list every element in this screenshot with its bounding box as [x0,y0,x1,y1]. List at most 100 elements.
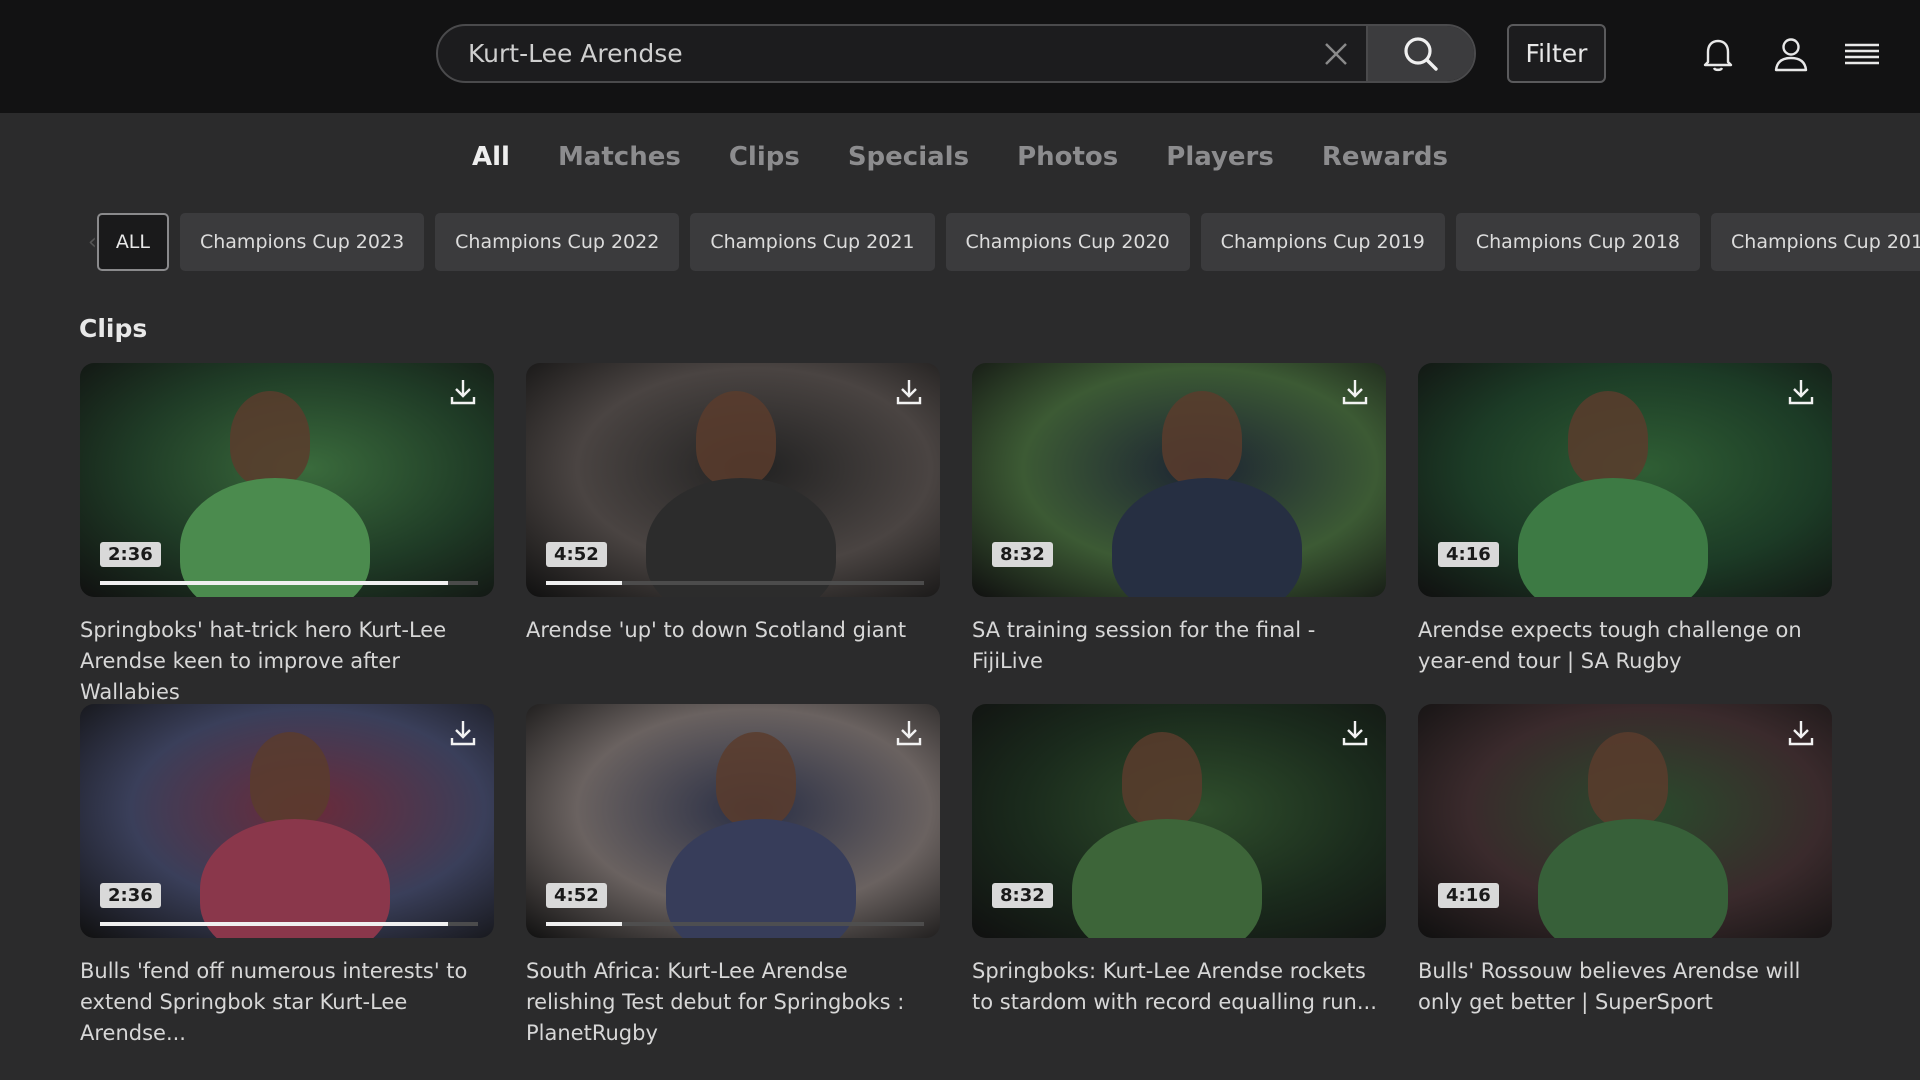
search-icon [1404,36,1438,71]
hamburger-menu-icon [1845,43,1879,65]
tab-matches[interactable]: Matches [534,132,705,182]
chip-list: ALL Champions Cup 2023 Champions Cup 2022 C… [96,213,1920,271]
clip-thumbnail[interactable]: 2:36 [80,704,494,938]
clip-card[interactable]: 4:16 Arendse expects tough challenge on y… [1418,363,1832,704]
duration-badge: 4:52 [546,883,607,908]
player-image [1162,391,1242,486]
clip-thumbnail[interactable]: 4:52 [526,704,940,938]
clip-card[interactable]: 8:32 Springboks: Kurt-Lee Arendse rockets… [972,704,1386,1045]
download-button[interactable] [892,375,926,409]
clip-thumbnail[interactable]: 4:16 [1418,704,1832,938]
watch-progress-bar [546,922,924,926]
clip-card[interactable]: 4:52 South Africa: Kurt-Lee Arendse relis… [526,704,940,1045]
duration-badge: 2:36 [100,883,161,908]
filter-button[interactable]: Filter [1507,24,1606,83]
notifications-button[interactable] [1698,34,1738,74]
player-image [1568,391,1648,486]
tab-photos[interactable]: Photos [993,132,1142,182]
download-button[interactable] [446,716,480,750]
player-jersey [666,819,856,938]
filter-chip[interactable]: Champions Cup 2022 [435,213,680,271]
download-icon [450,721,476,746]
clip-thumbnail[interactable]: 8:32 [972,363,1386,597]
download-button[interactable] [1784,375,1818,409]
player-image [1588,732,1668,827]
clip-card[interactable]: 8:32 SA training session for the final - … [972,363,1386,704]
duration-badge: 8:32 [992,883,1053,908]
clip-title[interactable]: SA training session for the final - Fiji… [972,615,1386,677]
search-bar [436,24,1476,83]
download-icon [1342,721,1368,746]
download-icon [1788,721,1814,746]
profile-button[interactable] [1771,34,1811,74]
download-button[interactable] [1338,375,1372,409]
duration-badge: 4:16 [1438,542,1499,567]
clip-thumbnail[interactable]: 4:52 [526,363,940,597]
player-image [716,732,796,827]
clip-card[interactable]: 4:16 Bulls' Rossouw believes Arendse will… [1418,704,1832,1045]
close-icon [1325,42,1347,65]
clip-title[interactable]: Springboks: Kurt-Lee Arendse rockets to … [972,956,1386,1018]
watch-progress-fill [100,922,448,926]
duration-badge: 4:16 [1438,883,1499,908]
download-icon [1342,380,1368,405]
download-button[interactable] [1338,716,1372,750]
download-icon [896,721,922,746]
watch-progress-bar [546,581,924,585]
clip-card[interactable]: 4:52 Arendse 'up' to down Scotland giant [526,363,940,704]
duration-badge: 2:36 [100,542,161,567]
tab-all[interactable]: All [448,132,534,182]
player-image [250,732,330,827]
search-input[interactable] [438,26,1306,81]
tab-specials[interactable]: Specials [824,132,993,182]
watch-progress-fill [100,581,448,585]
clip-card[interactable]: 2:36 Bulls 'fend off numerous interests' … [80,704,494,1045]
player-jersey [1538,819,1728,938]
filter-chip[interactable]: Champions Cup 2021 [690,213,935,271]
download-icon [896,380,922,405]
filter-chip[interactable]: ALL [96,213,169,271]
watch-progress-fill [546,581,622,585]
watch-progress-bar [100,581,478,585]
player-jersey [180,478,370,597]
download-button[interactable] [892,716,926,750]
user-icon [1774,38,1808,72]
filter-chip[interactable]: Champions Cup 2017 [1711,213,1920,271]
player-jersey [646,478,836,597]
clip-card[interactable]: 2:36 Springboks' hat-trick hero Kurt-Lee … [80,363,494,704]
download-button[interactable] [446,375,480,409]
player-image [696,391,776,486]
clips-grid: 2:36 Springboks' hat-trick hero Kurt-Lee … [80,363,1834,1045]
clip-thumbnail[interactable]: 8:32 [972,704,1386,938]
bell-icon [1703,39,1733,72]
clip-title[interactable]: Springboks' hat-trick hero Kurt-Lee Aren… [80,615,494,708]
player-image [230,391,310,486]
clip-title[interactable]: South Africa: Kurt-Lee Arendse relishing… [526,956,940,1049]
season-filter-chips: ‹ ALL Champions Cup 2023 Champions Cup 202… [88,213,1920,271]
filter-chip[interactable]: Champions Cup 2019 [1200,213,1445,271]
clip-thumbnail[interactable]: 4:16 [1418,363,1832,597]
clip-title[interactable]: Bulls' Rossouw believes Arendse will onl… [1418,956,1832,1018]
clear-search-button[interactable] [1306,26,1366,81]
clip-title[interactable]: Bulls 'fend off numerous interests' to e… [80,956,494,1049]
download-icon [450,380,476,405]
duration-badge: 8:32 [992,542,1053,567]
download-icon [1788,380,1814,405]
clip-title[interactable]: Arendse expects tough challenge on year-… [1418,615,1832,677]
search-button[interactable] [1366,26,1474,81]
player-image [1122,732,1202,827]
chevron-left-icon[interactable]: ‹ [88,230,97,255]
clip-title[interactable]: Arendse 'up' to down Scotland giant [526,615,940,646]
filter-chip[interactable]: Champions Cup 2020 [945,213,1190,271]
duration-badge: 4:52 [546,542,607,567]
watch-progress-fill [546,922,622,926]
menu-button[interactable] [1842,34,1882,74]
clip-thumbnail[interactable]: 2:36 [80,363,494,597]
tab-clips[interactable]: Clips [705,132,824,182]
tab-players[interactable]: Players [1142,132,1298,182]
tab-rewards[interactable]: Rewards [1298,132,1472,182]
section-title: Clips [79,314,148,343]
filter-chip[interactable]: Champions Cup 2018 [1455,213,1701,271]
download-button[interactable] [1784,716,1818,750]
filter-chip[interactable]: Champions Cup 2023 [179,213,425,271]
